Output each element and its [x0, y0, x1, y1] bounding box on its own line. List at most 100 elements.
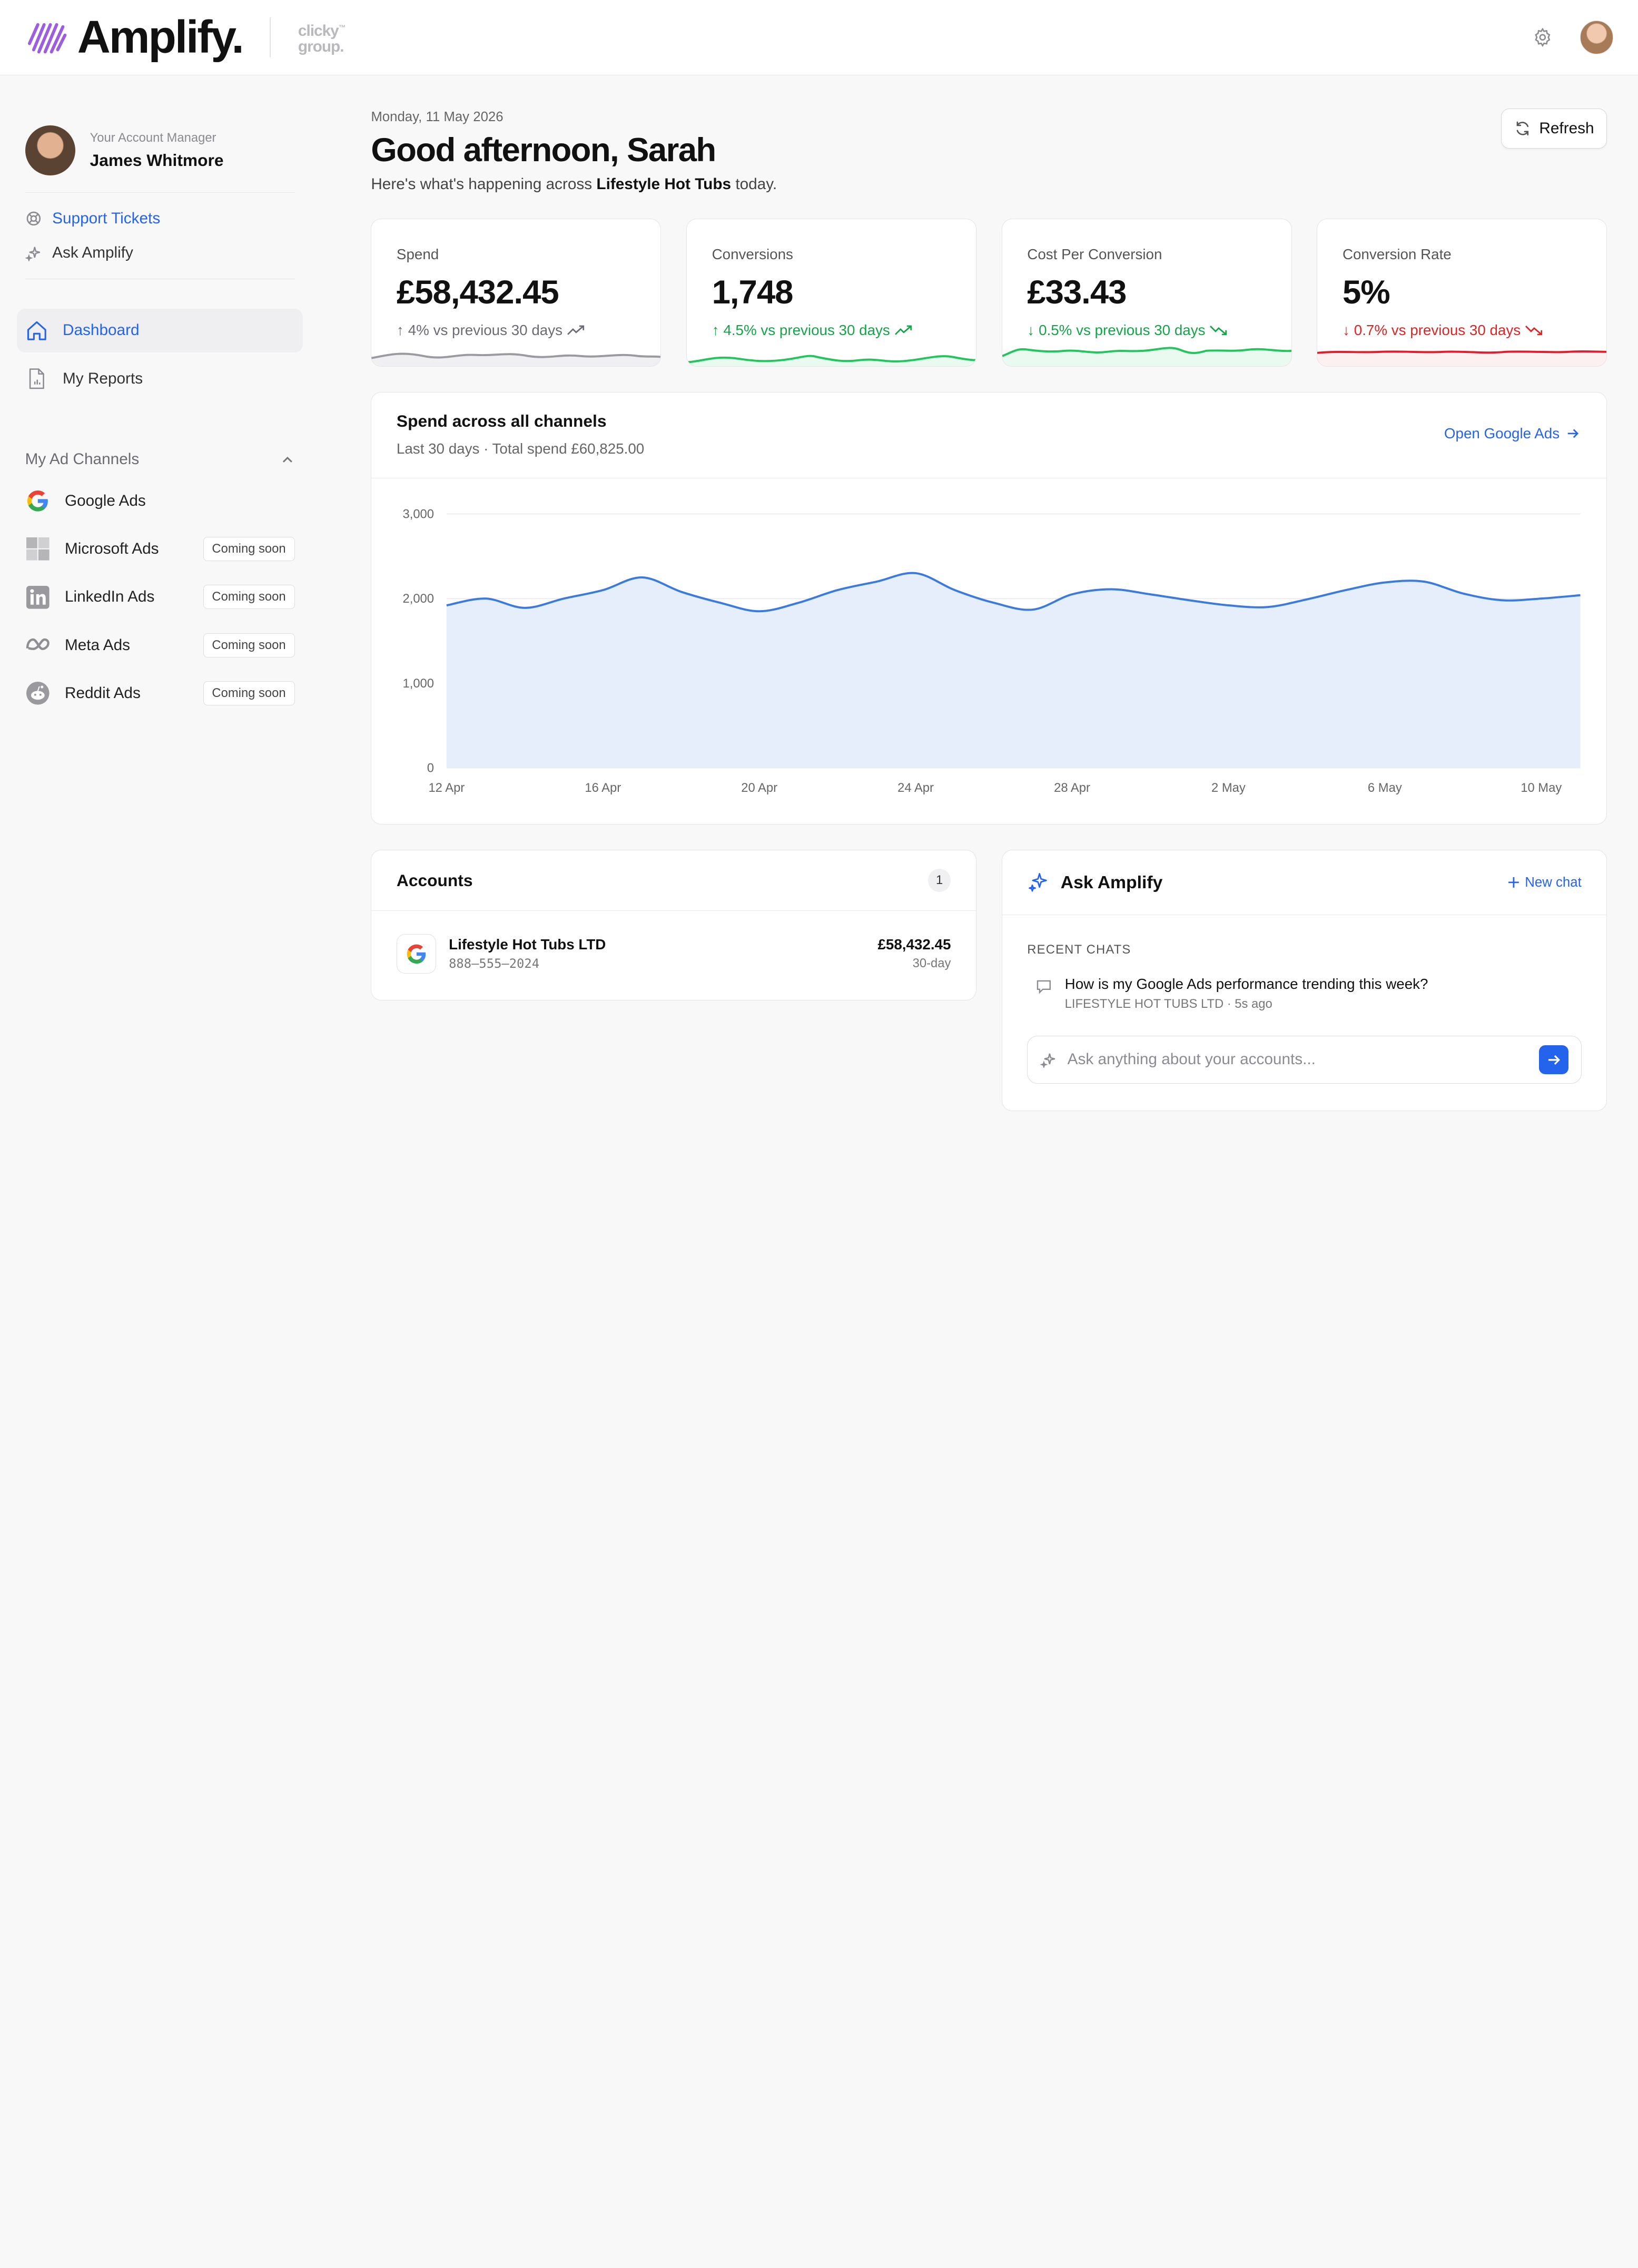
coming-soon-badge: Coming soon [203, 633, 295, 657]
ask-header: Ask Amplify New chat [1002, 850, 1607, 916]
linkedin-icon [26, 585, 50, 609]
chat-question: How is my Google Ads performance trendin… [1064, 976, 1428, 993]
refresh-label: Refresh [1539, 120, 1594, 138]
channel-reddit-ads[interactable]: Reddit Ads Coming soon [17, 669, 303, 717]
channel-google-ads-label: Google Ads [64, 492, 146, 509]
recent-chat-item[interactable]: How is my Google Ads performance trendin… [1035, 976, 1582, 1012]
open-google-ads-link[interactable]: Open Google Ads [1444, 425, 1580, 442]
kpi-value: 1,748 [712, 274, 794, 311]
chevron-up-icon[interactable] [280, 453, 295, 467]
current-date: Monday, 11 May 2026 [371, 110, 504, 125]
kpi-delta-text: 0.5% vs previous 30 days [1039, 321, 1206, 338]
y-tick-label: 1,000 [403, 676, 435, 691]
chart-header: Spend across all channels Last 30 days ·… [371, 392, 1607, 478]
spend-chart-card: Spend across all channels Last 30 days ·… [371, 392, 1607, 825]
account-spend: £58,432.45 [877, 936, 951, 953]
spend-area-chart: 0 1,000 2,000 3,000 12 Apr 16 Apr 20 Apr 24 Apr… [403, 507, 1581, 795]
home-icon [27, 321, 46, 340]
kpi-value: 5% [1342, 274, 1390, 311]
send-button[interactable] [1539, 1045, 1568, 1075]
nav-my-reports-label: My Reports [63, 369, 143, 387]
refresh-icon [1516, 121, 1528, 136]
sparkline-conversions [686, 355, 976, 367]
ask-amplify-card: Ask Amplify New chat RECENT CHATS How is… [1001, 850, 1607, 1112]
arrow-up-icon: ↑ [396, 321, 404, 338]
greeting-subtitle: Here's what's happening across Lifestyle… [371, 175, 1607, 193]
ad-channels-title: My Ad Channels [25, 450, 140, 468]
kpi-label: Conversions [712, 246, 793, 263]
channel-microsoft-ads-label: Microsoft Ads [64, 540, 159, 558]
google-icon [27, 490, 48, 512]
main-content: Monday, 11 May 2026 Good afternoon, Sara… [371, 75, 1607, 1112]
nav-my-reports[interactable]: My Reports [17, 357, 303, 400]
accounts-count-badge: 1 [927, 869, 951, 892]
lifebuoy-icon [26, 211, 41, 225]
ask-title: Ask Amplify [1060, 872, 1163, 892]
sparkle-icon [1029, 873, 1047, 892]
account-period: 30-day [912, 956, 951, 971]
coming-soon-badge: Coming soon [203, 681, 295, 705]
user-avatar[interactable] [1580, 21, 1614, 54]
new-chat-button[interactable]: New chat [1507, 875, 1582, 890]
x-tick-label: 28 Apr [1054, 781, 1090, 795]
kpi-card-conversions[interactable]: Conversions 1,748 ↑ 4.5% vs previous 30 … [686, 218, 977, 367]
kpi-label: Cost Per Conversion [1027, 246, 1162, 263]
brand-name: Amplify. [77, 11, 244, 63]
y-tick-label: 3,000 [403, 507, 435, 521]
channel-linkedin-ads[interactable]: LinkedIn Ads Coming soon [17, 573, 303, 621]
client-name: Lifestyle Hot Tubs [596, 175, 732, 193]
channel-linkedin-ads-label: LinkedIn Ads [64, 588, 155, 606]
brand[interactable]: Amplify. clicky™ group. [25, 11, 346, 64]
channel-meta-ads[interactable]: Meta Ads Coming soon [17, 621, 303, 669]
channel-google-ads[interactable]: Google Ads [17, 477, 303, 525]
arrow-up-icon: ↑ [712, 321, 719, 338]
sparkline-spend [371, 352, 661, 367]
channel-meta-ads-label: Meta Ads [64, 636, 130, 654]
sparkle-icon [1040, 1053, 1055, 1068]
support-tickets-label: Support Tickets [52, 209, 161, 227]
page: Amplify. clicky™ group. Your Account Man… [0, 0, 1638, 1143]
kpi-delta: ↑ 4% vs previous 30 days [397, 322, 636, 339]
ask-amplify-link[interactable]: Ask Amplify [25, 236, 295, 271]
ask-amplify-label: Ask Amplify [52, 244, 133, 262]
recent-chats-label: RECENT CHATS [1027, 942, 1131, 957]
chat-meta: LIFESTYLE HOT TUBS LTD · 5s ago [1064, 997, 1272, 1012]
chart-subtitle: Last 30 days · Total spend £60,825.00 [396, 440, 645, 457]
channel-reddit-ads-label: Reddit Ads [64, 684, 141, 702]
kpi-delta-text: 4.5% vs previous 30 days [723, 321, 890, 338]
x-tick-label: 6 May [1368, 781, 1402, 795]
account-id: 888–555–2024 [449, 956, 540, 971]
sparkle-icon [25, 247, 40, 262]
kpi-card-spend[interactable]: Spend £58,432.45 ↑ 4% vs previous 30 day… [371, 218, 662, 367]
trend-down-icon [1525, 326, 1543, 336]
trend-up-icon [567, 325, 585, 335]
refresh-button[interactable]: Refresh [1501, 109, 1607, 149]
kpi-card-cost-per-conversion[interactable]: Cost Per Conversion £33.43 ↓ 0.5% vs pre… [1001, 218, 1292, 367]
accounts-title: Accounts [396, 870, 473, 890]
meta-icon [26, 638, 50, 650]
reddit-icon [26, 682, 50, 705]
sparkline-conversion-rate [1317, 350, 1607, 367]
gear-icon[interactable] [1532, 27, 1553, 48]
chart-title: Spend across all channels [396, 411, 607, 430]
manager-name: James Whitmore [90, 151, 224, 170]
open-google-ads-label: Open Google Ads [1444, 425, 1560, 441]
kpi-card-conversion-rate[interactable]: Conversion Rate 5% ↓ 0.7% vs previous 30… [1317, 218, 1607, 367]
subtitle-prefix: Here's what's happening across [371, 175, 593, 193]
ad-channels-header[interactable]: My Ad Channels [25, 450, 295, 468]
accounts-card: Accounts 1 Lifestyle Hot Tubs LTD 888–55… [371, 850, 977, 1000]
kpi-delta: ↓ 0.7% vs previous 30 days [1343, 322, 1582, 339]
x-tick-label: 12 Apr [429, 781, 465, 795]
channel-microsoft-ads[interactable]: Microsoft Ads Coming soon [17, 525, 303, 573]
support-tickets-link[interactable]: Support Tickets [25, 201, 295, 236]
arrow-right-icon [1567, 429, 1579, 438]
ask-input[interactable] [1067, 1050, 1529, 1069]
account-logo [396, 934, 437, 974]
arrow-down-icon: ↓ [1027, 321, 1035, 338]
account-row[interactable]: Lifestyle Hot Tubs LTD 888–555–2024 £58,… [371, 911, 976, 997]
trend-up-icon [894, 325, 912, 335]
kpi-value: £33.43 [1027, 274, 1127, 311]
main-nav: Dashboard My Reports [16, 308, 303, 401]
account-name: Lifestyle Hot Tubs LTD [449, 936, 606, 953]
nav-dashboard[interactable]: Dashboard [16, 308, 303, 353]
